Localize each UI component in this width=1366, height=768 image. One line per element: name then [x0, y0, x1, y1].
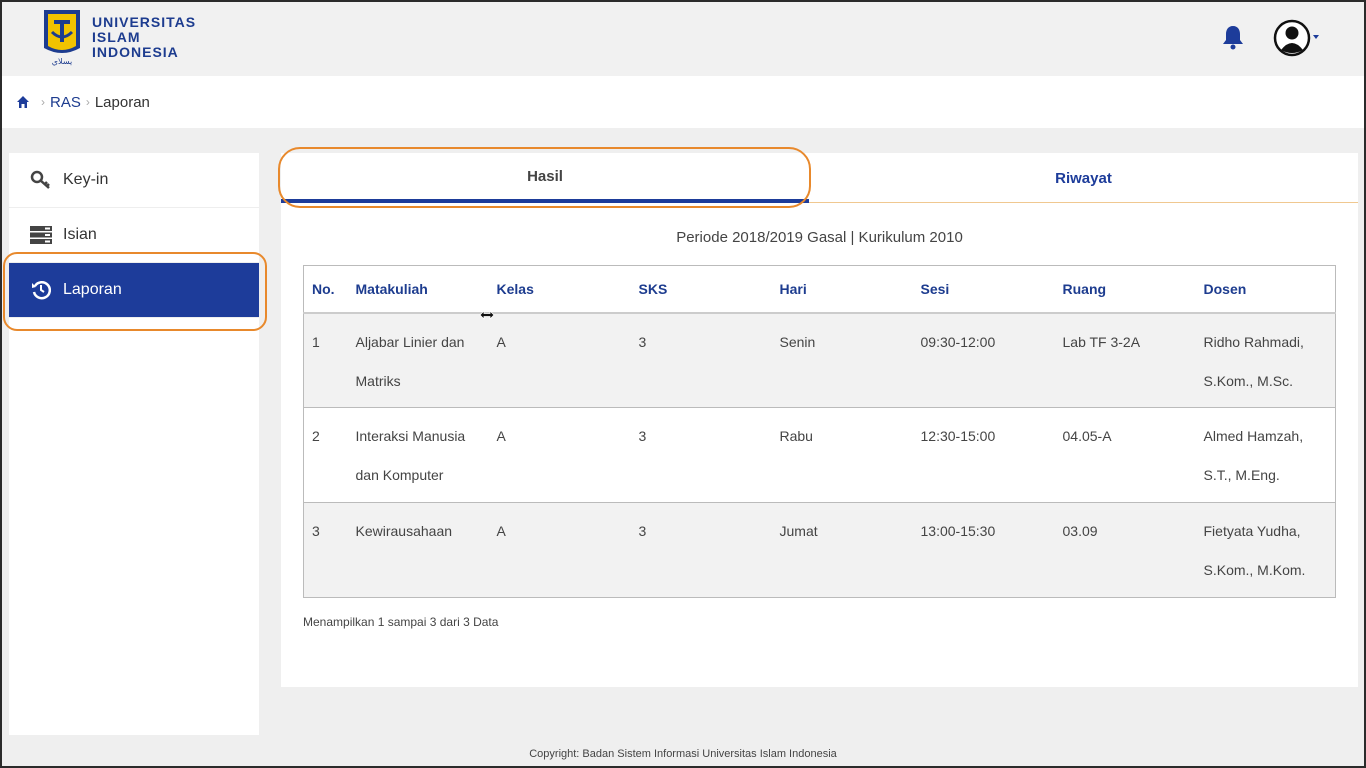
cell-kelas: A [488, 312, 631, 408]
column-header[interactable]: Matakuliah [347, 265, 489, 314]
report-table: No. Matakuliah Kelas SKS Hari Sesi Ruang… [303, 265, 1336, 598]
period-title: Periode 2018/2019 Gasal | Kurikulum 2010 [676, 229, 963, 246]
cell-sesi: 09:30-12:00 [912, 312, 1055, 408]
cell-dosen: Ridho Rahmadi, S.Kom., M.Sc. [1195, 312, 1336, 408]
chevron-down-icon [1313, 35, 1319, 39]
cell-kelas: A [488, 407, 631, 503]
column-header[interactable]: No. [303, 265, 348, 314]
top-bar: يسلاي UNIVERSITAS ISLAM INDONESIA [0, 0, 1366, 76]
user-menu-button[interactable] [1273, 18, 1323, 58]
logo-script-text: يسلاي [52, 57, 72, 66]
uii-emblem-icon: يسلاي [40, 8, 84, 66]
cell-sks: 3 [630, 502, 772, 598]
cell-hari: Senin [771, 312, 913, 408]
tab-bar: Hasil Riwayat [278, 147, 1358, 208]
cell-sesi: 13:00-15:30 [912, 502, 1055, 598]
cell-sks: 3 [630, 407, 772, 503]
sidebar-item-label: Isian [63, 226, 97, 243]
breadcrumb: › RAS › Laporan [0, 76, 1366, 128]
bell-icon[interactable] [1222, 24, 1244, 50]
cell-ruang: 04.05-A [1054, 407, 1196, 503]
sidebar-item-label: Laporan [63, 281, 122, 298]
key-icon [29, 168, 53, 192]
cell-ruang: Lab TF 3-2A [1054, 312, 1196, 408]
column-header[interactable]: Dosen [1195, 265, 1336, 314]
sidebar-item-key-in[interactable]: Key-in [9, 153, 259, 208]
cell-matakuliah: Kewirausahaan [347, 502, 489, 598]
footer-copyright: Copyright: Badan Sistem Informasi Univer… [529, 748, 837, 760]
breadcrumb-separator: › [85, 95, 90, 109]
tab-riwayat[interactable]: Riwayat [809, 153, 1358, 203]
cell-dosen: Fietyata Yudha, S.Kom., M.Kom. [1195, 502, 1336, 598]
breadcrumb-ras[interactable]: RAS [50, 94, 81, 111]
logo-line-2: ISLAM [92, 28, 141, 45]
column-header[interactable]: Hari [771, 265, 913, 314]
cell-hari: Rabu [771, 407, 913, 503]
table-row: 1 Aljabar Linier dan Matriks A 3 Senin 0… [303, 312, 1336, 408]
column-header[interactable]: Sesi [912, 265, 1055, 314]
cell-matakuliah: Interaksi Manusia dan Komputer [347, 407, 489, 503]
tab-hasil[interactable]: Hasil [281, 153, 809, 203]
home-icon[interactable] [16, 95, 30, 109]
sidebar-item-isian[interactable]: Isian [9, 208, 259, 263]
server-list-icon [29, 223, 53, 247]
cell-dosen: Almed Hamzah, S.T., M.Eng. [1195, 407, 1336, 503]
logo-line-3: INDONESIA [92, 43, 179, 60]
cell-hari: Jumat [771, 502, 913, 598]
table-header-row: No. Matakuliah Kelas SKS Hari Sesi Ruang… [303, 265, 1336, 314]
column-header[interactable]: SKS [630, 265, 772, 314]
cell-no: 3 [303, 502, 348, 598]
breadcrumb-separator: › [41, 95, 45, 109]
table-row: 2 Interaksi Manusia dan Komputer A 3 Rab… [303, 407, 1336, 503]
cell-no: 1 [303, 312, 348, 408]
university-logo[interactable]: يسلاي UNIVERSITAS ISLAM INDONESIA [40, 8, 196, 66]
column-header[interactable]: Ruang [1054, 265, 1196, 314]
logo-wordmark: UNIVERSITAS ISLAM INDONESIA [92, 13, 197, 60]
cell-ruang: 03.09 [1054, 502, 1196, 598]
resize-cursor-icon [479, 310, 495, 320]
cell-matakuliah: Aljabar Linier dan Matriks [347, 312, 489, 408]
cell-kelas: A [488, 502, 631, 598]
table-summary: Menampilkan 1 sampai 3 dari 3 Data [303, 615, 499, 629]
cell-no: 2 [303, 407, 348, 503]
cell-sks: 3 [630, 312, 772, 408]
sidebar: Key-in Isian Laporan [9, 153, 259, 735]
sidebar-item-label: Key-in [63, 171, 109, 188]
sidebar-item-laporan[interactable]: Laporan [9, 263, 259, 318]
breadcrumb-current: Laporan [94, 93, 150, 111]
logo-line-1: UNIVERSITAS [92, 13, 197, 30]
column-header[interactable]: Kelas [488, 265, 631, 314]
history-icon [29, 278, 53, 302]
table-row: 3 Kewirausahaan A 3 Jumat 13:00-15:30 03… [303, 502, 1336, 598]
main-panel: Hasil Riwayat Periode 2018/2019 Gasal | … [278, 147, 1358, 687]
cell-sesi: 12:30-15:00 [912, 407, 1055, 503]
